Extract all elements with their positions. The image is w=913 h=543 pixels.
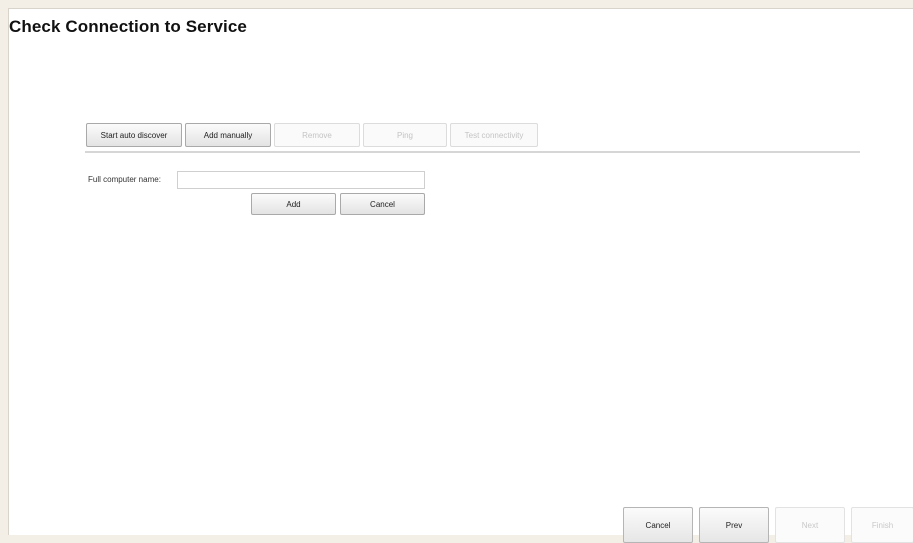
- toolbar-separator: [85, 151, 860, 153]
- cancel-add-button[interactable]: Cancel: [340, 193, 425, 215]
- wizard-prev-button[interactable]: Prev: [699, 507, 769, 543]
- window-frame: Check Connection to Service Start auto d…: [0, 0, 913, 543]
- computer-name-input[interactable]: [177, 171, 425, 189]
- page-title: Check Connection to Service: [9, 17, 247, 36]
- wizard-finish-button[interactable]: Finish: [851, 507, 913, 543]
- computer-name-label: Full computer name:: [88, 175, 161, 184]
- wizard-cancel-button[interactable]: Cancel: [623, 507, 693, 543]
- ping-button[interactable]: Ping: [363, 123, 447, 147]
- remove-button[interactable]: Remove: [274, 123, 360, 147]
- add-manually-button[interactable]: Add manually: [185, 123, 271, 147]
- wizard-next-button[interactable]: Next: [775, 507, 845, 543]
- start-auto-discover-button[interactable]: Start auto discover: [86, 123, 182, 147]
- add-button[interactable]: Add: [251, 193, 336, 215]
- wizard-panel: Check Connection to Service Start auto d…: [8, 8, 913, 543]
- test-connectivity-button[interactable]: Test connectivity: [450, 123, 538, 147]
